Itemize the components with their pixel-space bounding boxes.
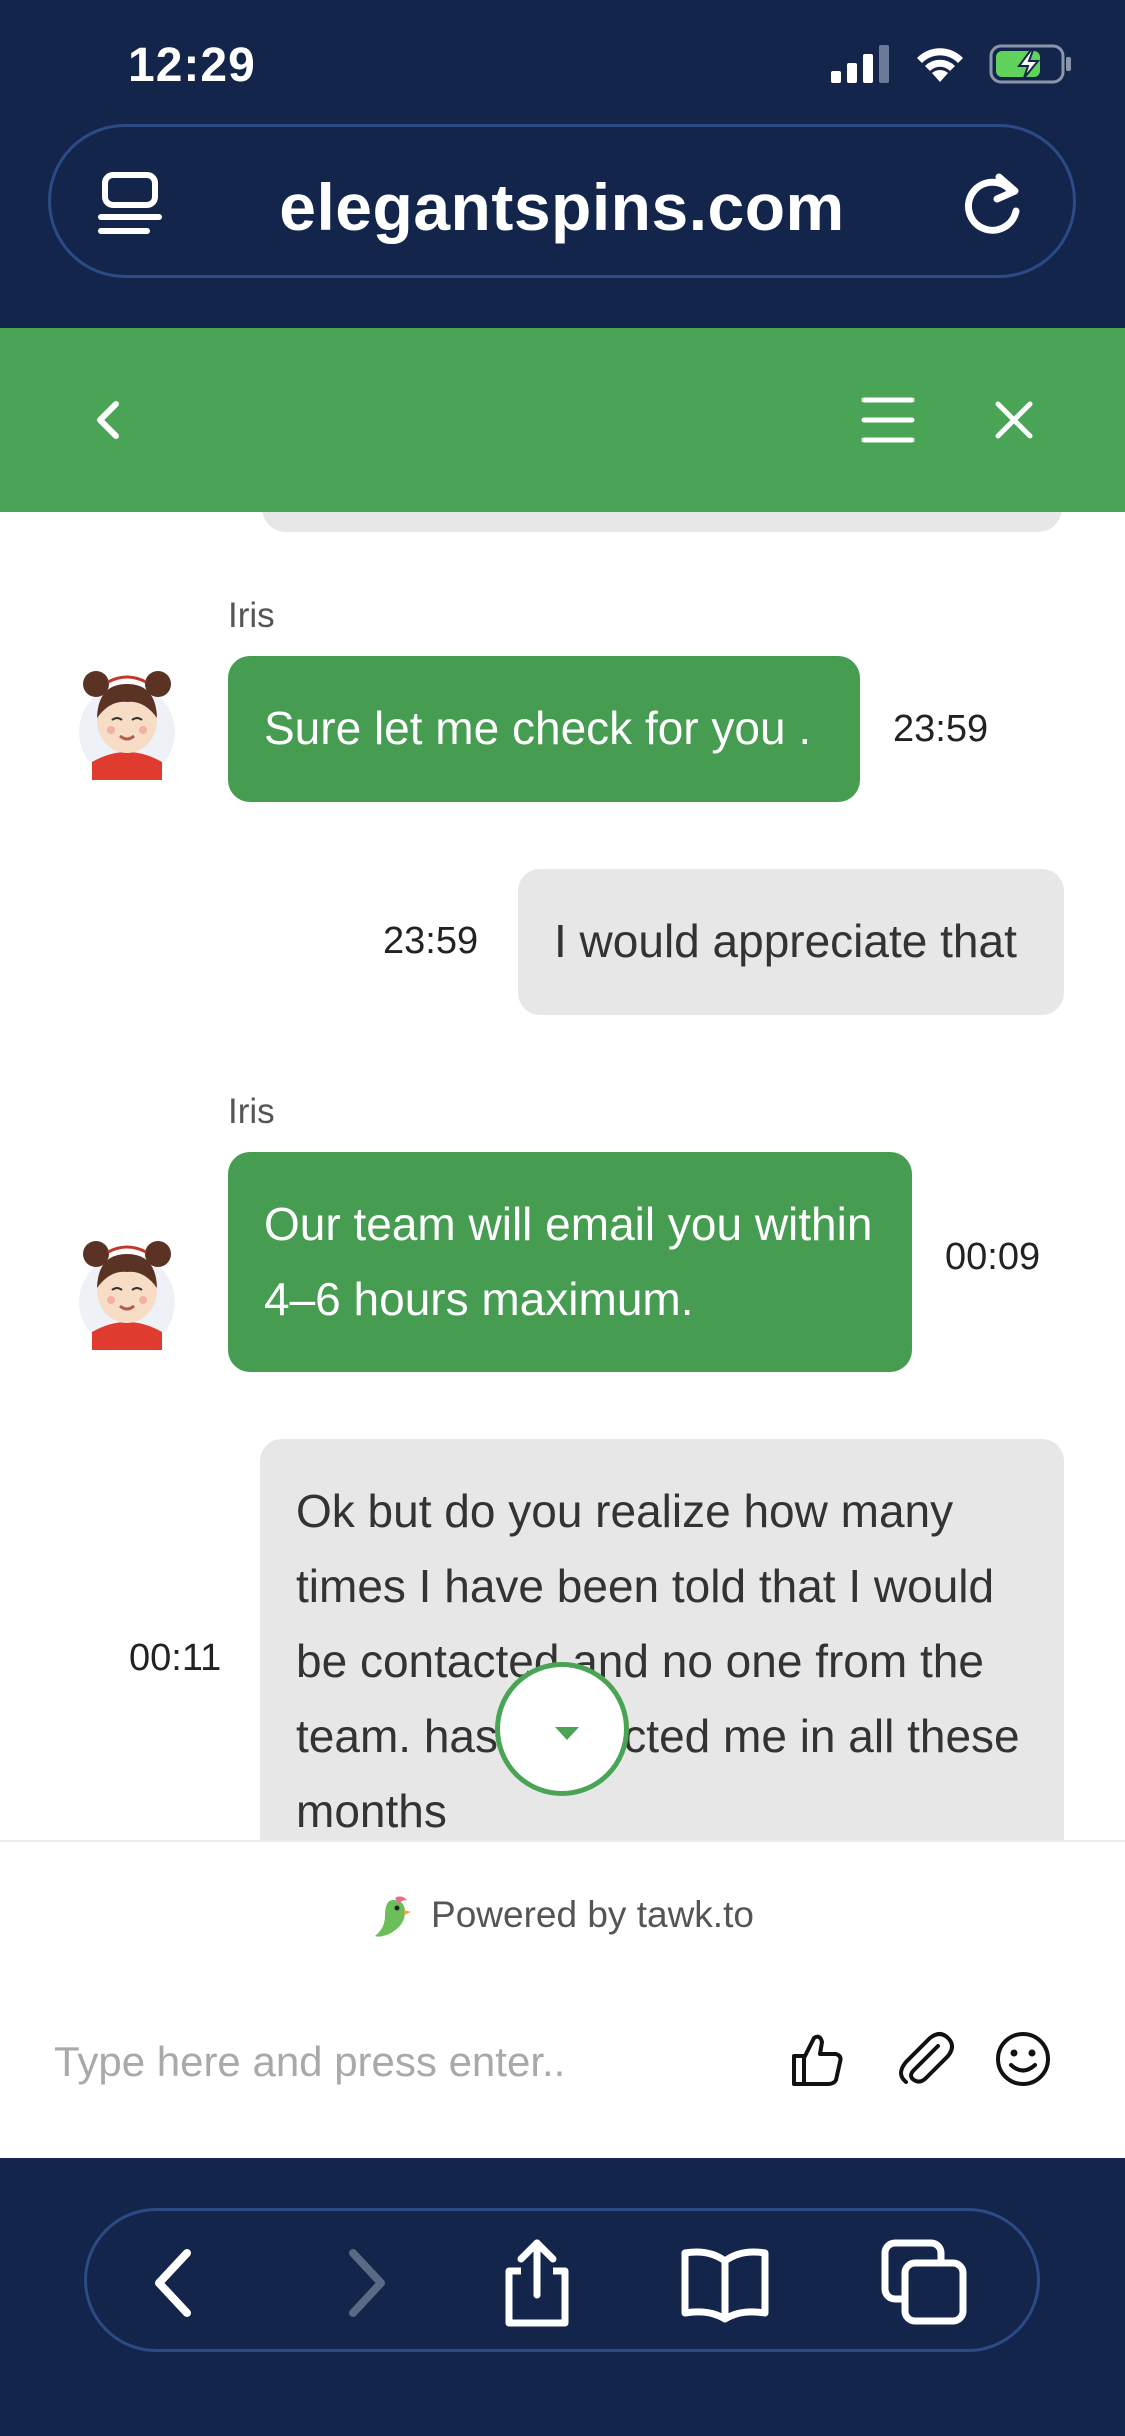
- agent-avatar: [79, 1241, 175, 1350]
- visitor-message-bubble: I would appreciate that: [518, 869, 1064, 1015]
- scroll-to-bottom-button[interactable]: [495, 1662, 629, 1796]
- previous-message-bubble: [262, 512, 1062, 532]
- emoji-icon[interactable]: [992, 2028, 1054, 2090]
- share-icon[interactable]: [491, 2237, 583, 2329]
- powered-by[interactable]: Powered by tawk.to: [0, 1894, 1125, 1940]
- message-time: 00:09: [945, 1236, 1041, 1278]
- message-time: 23:59: [893, 708, 989, 750]
- paperclip-icon[interactable]: [894, 2028, 956, 2090]
- agent-message-bubble: Our team will email you within 4–6 hours…: [228, 1152, 912, 1372]
- status-time: 12:29: [128, 39, 256, 92]
- signal-icon: [831, 45, 889, 83]
- agent-message-bubble: Sure let me check for you .: [228, 656, 860, 802]
- chat-messages[interactable]: Iris Sure let me check for you . 23:59 2…: [0, 512, 1125, 1840]
- menu-icon[interactable]: [860, 390, 916, 450]
- agent-name: Iris: [228, 1092, 275, 1131]
- tabs-icon[interactable]: [879, 2237, 971, 2329]
- bookmarks-icon[interactable]: [679, 2237, 771, 2329]
- battery-icon: [989, 44, 1071, 84]
- back-icon[interactable]: [82, 388, 138, 452]
- reload-icon[interactable]: [955, 167, 1029, 241]
- status-bar: 12:29: [0, 0, 1125, 120]
- forward-icon[interactable]: [317, 2237, 409, 2329]
- visitor-message-bubble: Ok but do you realize how many times I h…: [260, 1439, 1064, 1840]
- address-bar[interactable]: elegantspins.com: [48, 124, 1076, 278]
- agent-avatar: [79, 671, 175, 780]
- close-icon[interactable]: [984, 390, 1044, 450]
- message-time: 00:11: [129, 1637, 222, 1679]
- status-icons: [831, 44, 1073, 84]
- thumbs-up-icon[interactable]: [786, 2028, 848, 2090]
- message-input[interactable]: [54, 2022, 754, 2102]
- chat-footer: Powered by tawk.to: [0, 1840, 1125, 2158]
- url-text[interactable]: elegantspins.com: [51, 169, 1073, 245]
- powered-by-text[interactable]: Powered by tawk.to: [431, 1894, 754, 1935]
- message-time: 23:59: [383, 920, 479, 962]
- chat-header: [0, 328, 1125, 512]
- tawk-bird-icon: [375, 1896, 412, 1937]
- back-icon[interactable]: [131, 2237, 223, 2329]
- browser-toolbar: [84, 2208, 1040, 2352]
- agent-name: Iris: [228, 596, 275, 635]
- wifi-icon: [917, 48, 963, 82]
